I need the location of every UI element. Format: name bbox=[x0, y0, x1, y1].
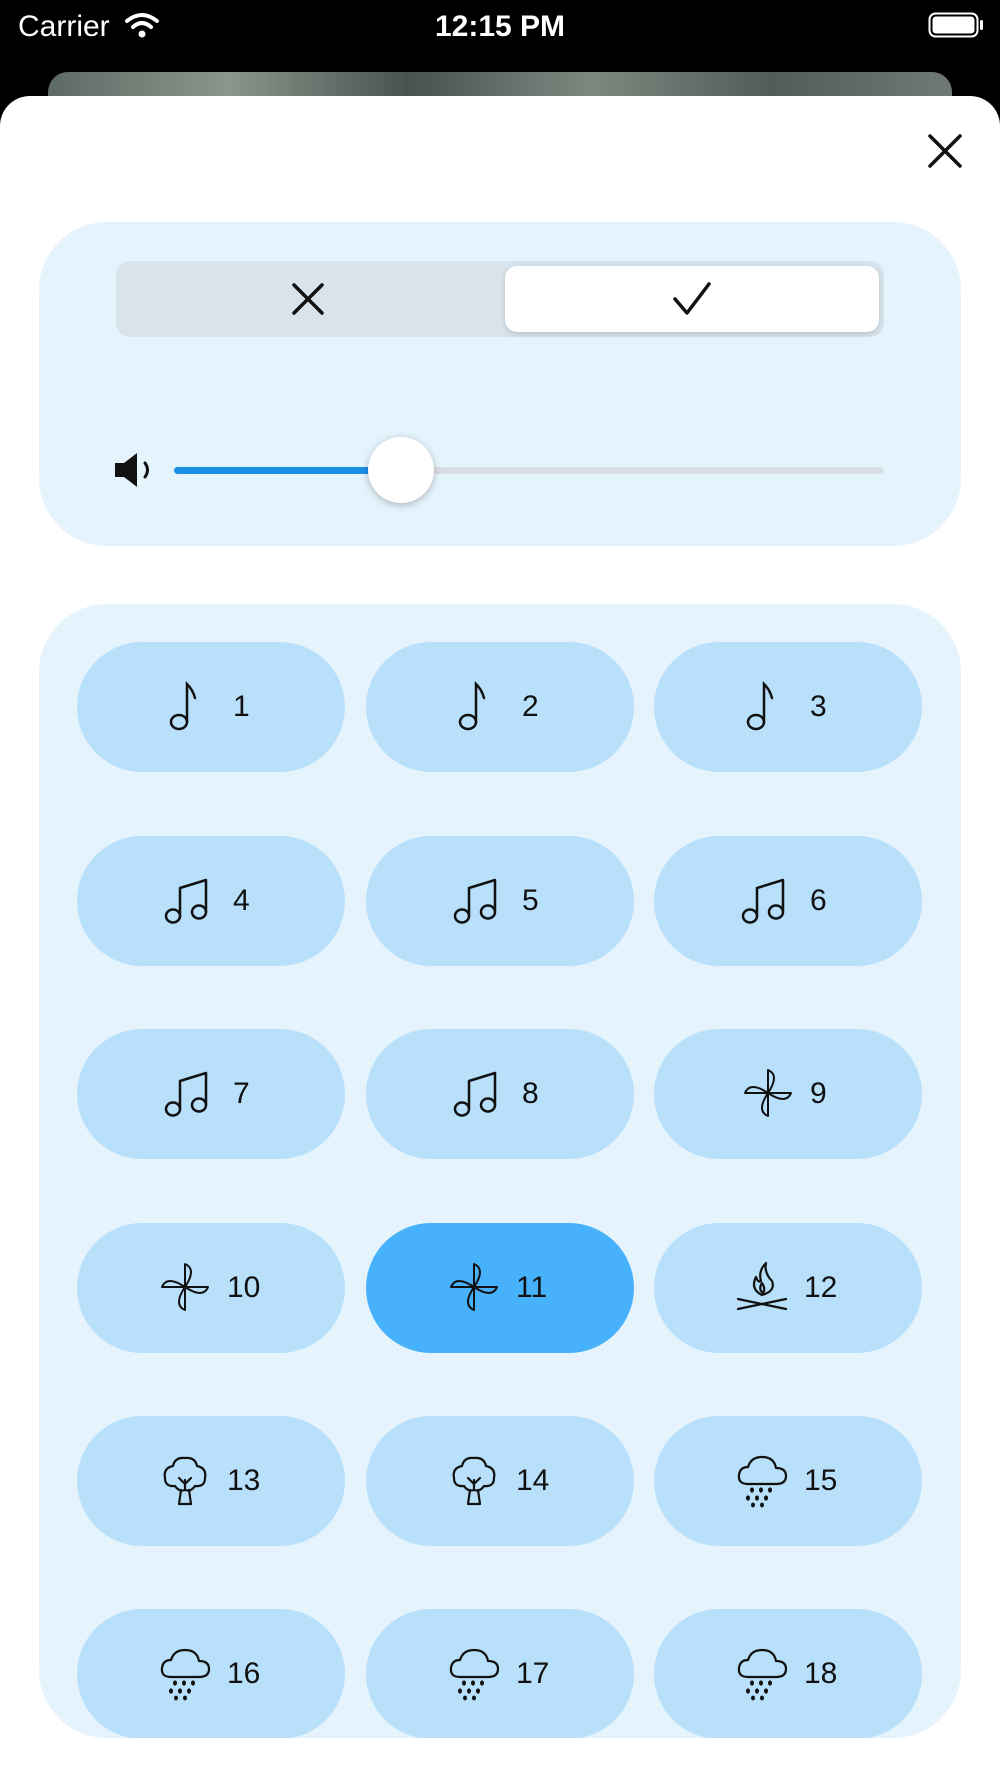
rain-cloud-icon bbox=[157, 1645, 211, 1701]
sound-label: 7 bbox=[233, 1077, 250, 1110]
checkmark-icon bbox=[673, 282, 711, 315]
sound-label: 6 bbox=[810, 884, 827, 917]
sound-label: 12 bbox=[804, 1271, 838, 1304]
campfire-icon bbox=[734, 1259, 788, 1315]
sound-label: 13 bbox=[227, 1464, 261, 1497]
sound-button-13[interactable]: 13 bbox=[77, 1416, 345, 1546]
rain-cloud-icon bbox=[446, 1645, 500, 1701]
tree-icon bbox=[446, 1452, 496, 1508]
sound-label: 17 bbox=[516, 1657, 550, 1690]
x-icon bbox=[292, 283, 324, 315]
sound-button-1[interactable]: 1 bbox=[77, 642, 345, 772]
toggle-on-segment[interactable] bbox=[505, 266, 879, 332]
sound-button-3[interactable]: 3 bbox=[654, 642, 922, 772]
speaker-icon bbox=[115, 453, 149, 487]
tree-icon bbox=[157, 1452, 207, 1508]
sound-button-17[interactable]: 17 bbox=[366, 1609, 634, 1738]
music-notes-icon bbox=[163, 1065, 213, 1121]
sound-label: 3 bbox=[810, 690, 827, 723]
close-button[interactable] bbox=[920, 126, 970, 176]
music-notes-icon bbox=[163, 872, 213, 928]
fan-icon bbox=[157, 1259, 209, 1315]
sound-button-15[interactable]: 15 bbox=[654, 1416, 922, 1546]
sound-label: 18 bbox=[804, 1657, 838, 1690]
sound-button-7[interactable]: 7 bbox=[77, 1029, 345, 1159]
sound-button-11[interactable]: 11 bbox=[366, 1223, 634, 1353]
sound-label: 5 bbox=[522, 884, 539, 917]
sound-button-9[interactable]: 9 bbox=[654, 1029, 922, 1159]
sound-label: 9 bbox=[810, 1077, 827, 1110]
volume-slider-fill bbox=[174, 467, 402, 474]
toggle-off-segment[interactable] bbox=[116, 261, 500, 337]
fan-icon bbox=[446, 1259, 498, 1315]
music-notes-icon bbox=[452, 872, 502, 928]
status-bar: Carrier 12:15 PM bbox=[0, 0, 1000, 60]
sound-button-12[interactable]: 12 bbox=[654, 1223, 922, 1353]
sound-button-4[interactable]: 4 bbox=[77, 836, 345, 966]
sound-label: 1 bbox=[233, 690, 250, 723]
sound-button-10[interactable]: 10 bbox=[77, 1223, 345, 1353]
sound-button-18[interactable]: 18 bbox=[654, 1609, 922, 1738]
sound-label: 16 bbox=[227, 1657, 261, 1690]
sound-label: 4 bbox=[233, 884, 250, 917]
battery-icon bbox=[928, 12, 983, 38]
music-note-icon bbox=[740, 678, 790, 734]
sound-button-8[interactable]: 8 bbox=[366, 1029, 634, 1159]
sound-label: 15 bbox=[804, 1464, 838, 1497]
sound-label: 2 bbox=[522, 690, 539, 723]
rain-cloud-icon bbox=[734, 1452, 788, 1508]
rain-cloud-icon bbox=[734, 1645, 788, 1701]
music-notes-icon bbox=[452, 1065, 502, 1121]
music-note-icon bbox=[163, 678, 213, 734]
sound-button-14[interactable]: 14 bbox=[366, 1416, 634, 1546]
sound-button-2[interactable]: 2 bbox=[366, 642, 634, 772]
sound-button-5[interactable]: 5 bbox=[366, 836, 634, 966]
music-notes-icon bbox=[740, 872, 790, 928]
sound-label: 8 bbox=[522, 1077, 539, 1110]
sound-label: 10 bbox=[227, 1271, 261, 1304]
sound-label: 11 bbox=[516, 1271, 548, 1304]
volume-slider-thumb[interactable] bbox=[368, 437, 435, 503]
clock: 12:15 PM bbox=[434, 10, 566, 43]
music-note-icon bbox=[452, 678, 502, 734]
sound-button-16[interactable]: 16 bbox=[77, 1609, 345, 1738]
sound-button-6[interactable]: 6 bbox=[654, 836, 922, 966]
close-icon bbox=[928, 134, 962, 168]
sound-label: 14 bbox=[516, 1464, 550, 1497]
fan-icon bbox=[740, 1065, 792, 1121]
sounds-card: 1 2 3 4 5 6 7 8 9 10 11 12 13 14 15 16 17 18 bbox=[39, 604, 961, 1738]
